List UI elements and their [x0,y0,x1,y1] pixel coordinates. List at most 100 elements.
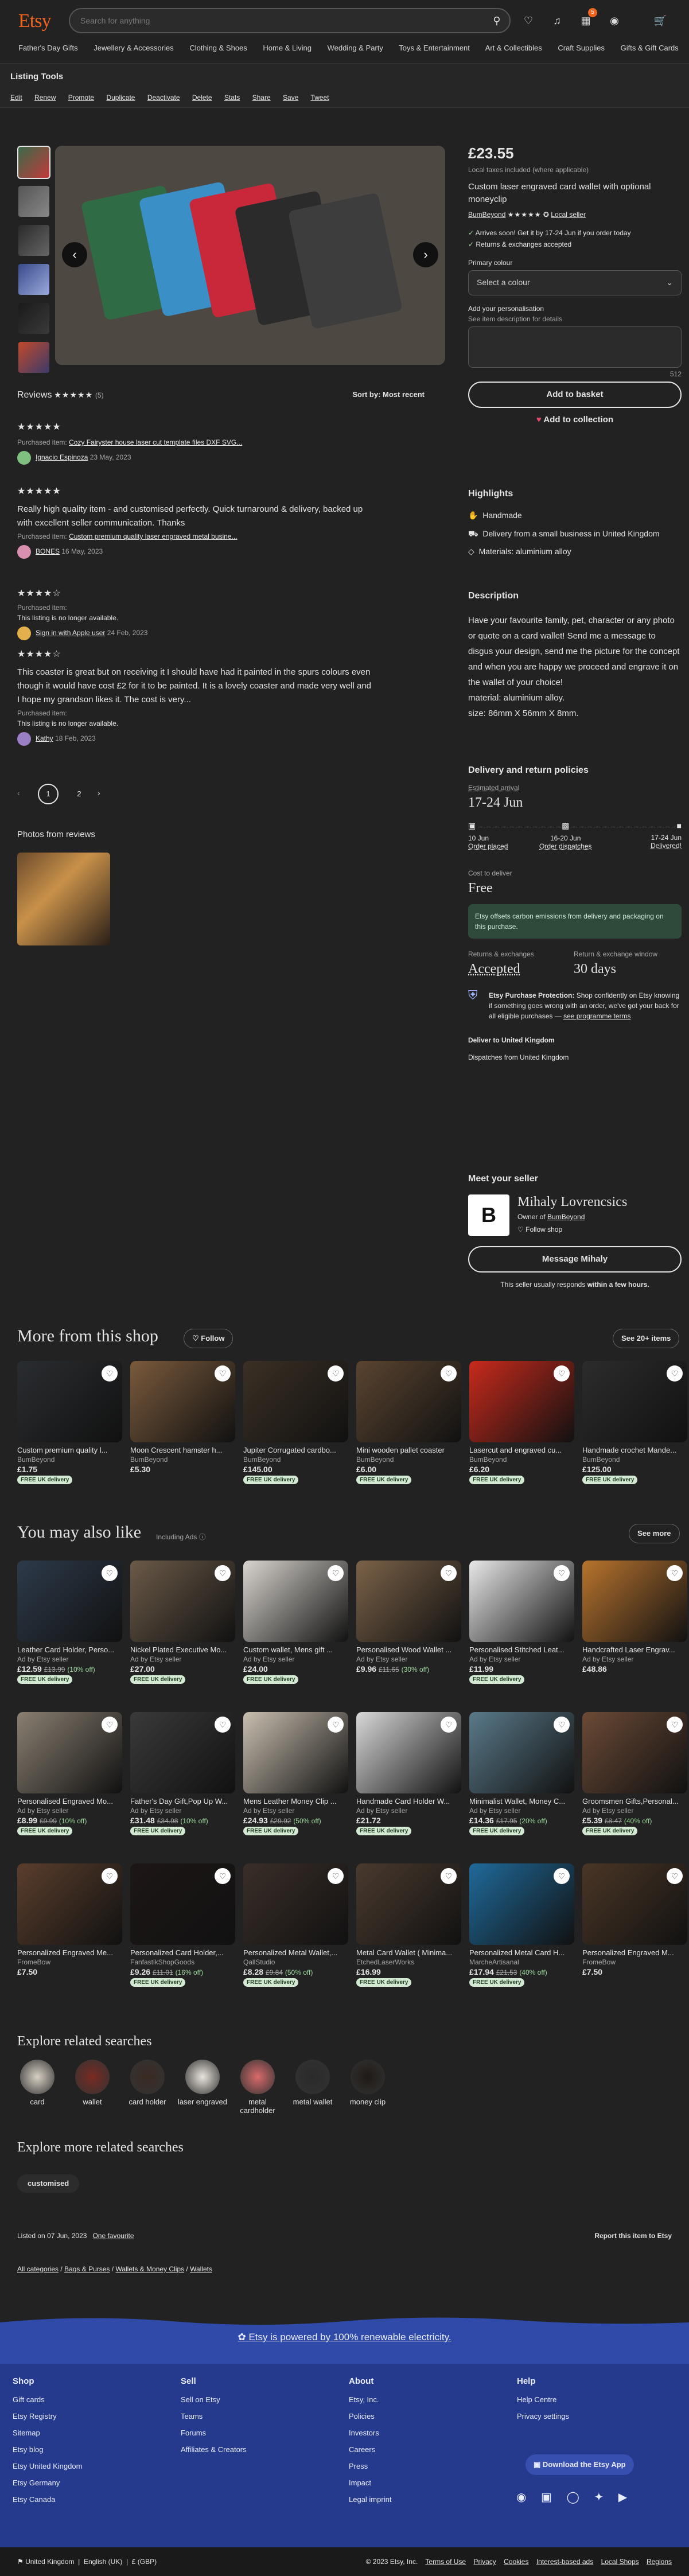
tweet-link[interactable]: Tweet [310,94,329,102]
breadcrumb-item[interactable]: All categories [17,2265,59,2273]
product-image[interactable]: ♡ [356,1561,461,1642]
product-card[interactable]: ♡ Personalized Engraved M... FromeBow £7.50 [582,1863,687,1976]
purchased-item-link[interactable]: Cozy Fairyster house laser cut template … [69,438,242,446]
product-image[interactable]: ♡ [130,1361,235,1442]
footer-link[interactable]: Press [349,2462,509,2470]
thumbnail-image[interactable] [17,146,50,179]
category-link[interactable]: Wedding & Party [328,44,383,52]
product-image[interactable]: ♡ [356,1863,461,1945]
category-link[interactable]: Home & Living [263,44,312,52]
category-link[interactable]: Gifts & Gift Cards [621,44,679,52]
related-search-item[interactable]: wallet [67,2060,118,2106]
product-image[interactable]: ♡ [17,1863,122,1945]
delete-link[interactable]: Delete [192,94,212,102]
youtube-icon[interactable]: ▶ [618,2491,627,2504]
product-image[interactable]: ♡ [17,1561,122,1642]
prev-page-icon[interactable]: ‹ [17,788,20,797]
product-image[interactable]: ♡ [582,1361,687,1442]
product-image[interactable]: ♡ [582,1712,687,1793]
legal-link[interactable]: Local Shops [601,2558,639,2566]
edit-link[interactable]: Edit [10,94,22,102]
product-card[interactable]: ♡ Groomsmen Gifts,Personal... Ad by Etsy s… [582,1712,687,1835]
footer-link[interactable]: Sell on Etsy [181,2395,341,2404]
product-image[interactable]: ♡ [243,1561,348,1642]
legal-link[interactable]: Privacy [473,2558,496,2566]
footer-link[interactable]: Etsy, Inc. [349,2395,509,2404]
related-search-item[interactable]: money clip [342,2060,394,2106]
favourite-heart-icon[interactable]: ♡ [215,1717,231,1733]
page-1[interactable]: 1 [38,784,59,804]
product-card[interactable]: ♡ Handcrafted Laser Engrav... Ad by Etsy s… [582,1561,687,1674]
follow-shop-button[interactable]: ♡ Follow shop [517,1225,562,1233]
search-bar[interactable]: Search for anything ⚲ [69,8,511,33]
seller-shop-link[interactable]: BumBeyond [547,1213,585,1221]
favourite-heart-icon[interactable]: ♡ [102,1365,118,1382]
product-card[interactable]: ♡ Mini wooden pallet coaster BumBeyond £6.0… [356,1361,461,1484]
footer-link[interactable]: Forums [181,2429,341,2437]
notifications-icon[interactable]: ♫ [548,11,566,30]
favourite-heart-icon[interactable]: ♡ [328,1868,344,1884]
promote-link[interactable]: Promote [68,94,94,102]
personalisation-input[interactable] [468,326,682,368]
see-more-button[interactable]: See more [629,1524,680,1543]
favourite-heart-icon[interactable]: ♡ [554,1365,570,1382]
main-product-image[interactable]: ‹ › [55,146,445,365]
product-image[interactable]: ♡ [469,1361,574,1442]
share-link[interactable]: Share [252,94,271,102]
product-card[interactable]: ♡ Custom wallet, Mens gift ... Ad by Etsy … [243,1561,348,1684]
report-link[interactable]: Report this item to Etsy [594,2232,672,2240]
favourite-heart-icon[interactable]: ♡ [441,1717,457,1733]
product-image[interactable]: ♡ [17,1712,122,1793]
region-settings[interactable]: ⚑ United Kingdom | English (UK) | £ (GBP… [17,2558,157,2566]
pinterest-icon[interactable]: ◯ [566,2491,579,2504]
footer-link[interactable]: Gift cards [13,2395,173,2404]
message-seller-button[interactable]: Message Mihaly [468,1246,682,1273]
footer-link[interactable]: Teams [181,2412,341,2421]
footer-link[interactable]: Etsy Canada [13,2495,173,2504]
page-2[interactable]: 2 [69,784,89,804]
info-icon[interactable]: ⓘ [199,1533,206,1541]
thumbnail-image[interactable] [17,185,50,218]
favourite-heart-icon[interactable]: ♡ [554,1565,570,1581]
footer-link[interactable]: Etsy United Kingdom [13,2462,173,2470]
product-card[interactable]: ♡ Personalised Wood Wallet ... Ad by Etsy … [356,1561,461,1674]
product-card[interactable]: ♡ Mens Leather Money Clip ... Ad by Etsy s… [243,1712,348,1835]
favourite-heart-icon[interactable]: ♡ [441,1365,457,1382]
seller-logo[interactable]: B [468,1194,509,1236]
author-name[interactable]: Kathy [36,734,53,742]
etsy-logo[interactable]: Etsy [18,10,51,32]
product-image[interactable]: ♡ [130,1561,235,1642]
footer-link[interactable]: Affiliates & Creators [181,2445,341,2454]
product-card[interactable]: ♡ Personalized Card Holder,... FanfastikSh… [130,1863,235,1987]
product-card[interactable]: ♡ Personalized Engraved Me... FromeBow £7.5… [17,1863,122,1976]
product-card[interactable]: ♡ Custom premium quality l... BumBeyond £1.… [17,1361,122,1484]
legal-link[interactable]: Terms of Use [425,2558,466,2566]
footer-link[interactable]: Etsy Registry [13,2412,173,2421]
favourite-heart-icon[interactable]: ♡ [215,1565,231,1581]
favourite-heart-icon[interactable]: ♡ [441,1868,457,1884]
product-card[interactable]: ♡ Personalized Metal Wallet,... QallStudio… [243,1863,348,1987]
product-image[interactable]: ♡ [356,1712,461,1793]
colour-select[interactable]: Select a colour ⌄ [468,270,682,295]
favourite-heart-icon[interactable]: ♡ [102,1565,118,1581]
favourite-heart-icon[interactable]: ♡ [102,1868,118,1884]
product-image[interactable]: ♡ [469,1561,574,1642]
product-image[interactable]: ♡ [130,1863,235,1945]
next-page-icon[interactable]: › [98,788,100,797]
product-card[interactable]: ♡ Lasercut and engraved cu... BumBeyond £6.… [469,1361,574,1484]
footer-link[interactable]: Help Centre [517,2395,678,2404]
thumbnail-image[interactable] [17,263,50,296]
footer-link[interactable]: Careers [349,2445,509,2454]
product-card[interactable]: ♡ Personalised Stitched Leat... Ad by Etsy… [469,1561,574,1684]
favourite-heart-icon[interactable]: ♡ [215,1365,231,1382]
breadcrumb-item[interactable]: Wallets [190,2265,212,2273]
product-image[interactable]: ♡ [130,1712,235,1793]
thumbnail-image[interactable] [17,341,50,374]
favourite-heart-icon[interactable]: ♡ [667,1565,683,1581]
category-link[interactable]: Clothing & Shoes [189,44,247,52]
product-card[interactable]: ♡ Handmade crochet Mande... BumBeyond £125.… [582,1361,687,1484]
product-image[interactable]: ♡ [582,1863,687,1945]
favourite-heart-icon[interactable]: ♡ [328,1365,344,1382]
product-image[interactable]: ♡ [243,1361,348,1442]
category-link[interactable]: Jewellery & Accessories [94,44,173,52]
